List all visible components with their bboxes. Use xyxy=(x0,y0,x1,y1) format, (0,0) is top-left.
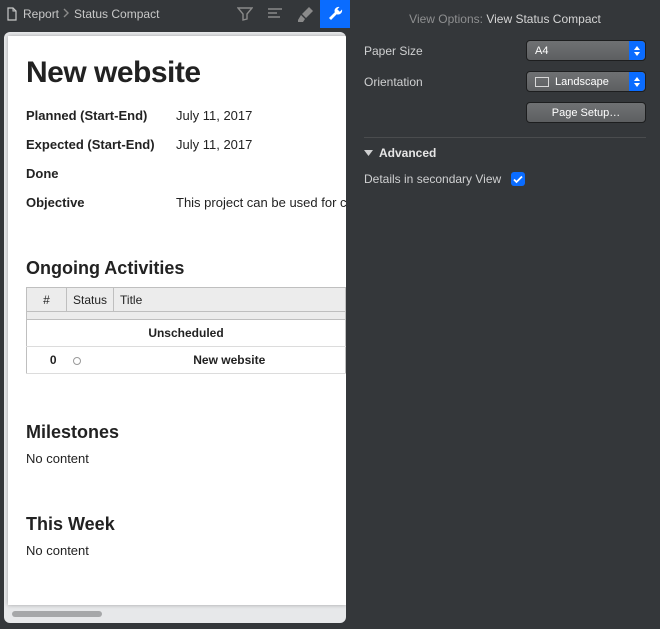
meta-label: Expected (Start-End) xyxy=(26,137,176,152)
cell-status xyxy=(67,347,114,374)
panel-title: View Options: View Status Compact xyxy=(364,12,646,26)
breadcrumb[interactable]: Report Status Compact xyxy=(6,7,159,21)
breadcrumb-leaf: Status Compact xyxy=(74,7,159,21)
col-number: # xyxy=(27,288,67,312)
meta-label: Done xyxy=(26,166,176,181)
details-secondary-label: Details in secondary View xyxy=(364,172,501,186)
filter-icon xyxy=(237,7,253,21)
stepper-icon xyxy=(629,41,645,60)
meta-label: Objective xyxy=(26,195,176,210)
table-group-label: Unscheduled xyxy=(27,320,346,347)
table-group-row: Unscheduled xyxy=(27,320,346,347)
meta-planned: Planned (Start-End) July 11, 2017 xyxy=(26,108,346,123)
section-ongoing-title: Ongoing Activities xyxy=(26,258,346,279)
report-title: New website xyxy=(26,56,346,90)
table-row: 0 New website xyxy=(27,347,346,374)
landscape-icon xyxy=(535,77,549,87)
meta-objective: Objective This project can be used for c… xyxy=(26,195,346,210)
orientation-select[interactable]: Landscape xyxy=(526,71,646,92)
scrollbar-thumb[interactable] xyxy=(12,611,102,617)
thisweek-content: No content xyxy=(26,543,346,558)
document-icon xyxy=(6,7,18,21)
details-secondary-checkbox[interactable] xyxy=(511,172,525,186)
paper-size-select[interactable]: A4 xyxy=(526,40,646,61)
paper-size-label: Paper Size xyxy=(364,44,526,58)
style-button[interactable] xyxy=(290,0,320,28)
col-status: Status xyxy=(67,288,114,312)
meta-value xyxy=(176,166,346,181)
advanced-label: Advanced xyxy=(379,146,436,160)
disclosure-triangle-icon xyxy=(364,146,373,160)
outline-button[interactable] xyxy=(260,0,290,28)
orientation-label: Orientation xyxy=(364,75,526,89)
outline-icon xyxy=(267,8,283,20)
advanced-disclosure[interactable]: Advanced xyxy=(364,146,646,160)
section-thisweek-title: This Week xyxy=(26,514,346,535)
wrench-icon xyxy=(327,6,343,22)
status-dot-icon xyxy=(73,357,81,365)
divider xyxy=(364,137,646,138)
meta-value: July 11, 2017 xyxy=(176,108,346,123)
milestones-content: No content xyxy=(26,451,346,466)
cell-number: 0 xyxy=(27,347,67,374)
meta-done: Done xyxy=(26,166,346,181)
report-preview: New website Planned (Start-End) July 11,… xyxy=(4,32,346,623)
col-title: Title xyxy=(114,288,346,312)
panel-title-label: View Options: xyxy=(409,12,483,26)
horizontal-scrollbar[interactable] xyxy=(12,609,340,619)
check-icon xyxy=(513,175,523,184)
style-brush-icon xyxy=(298,7,313,22)
inspector-panel: View Options: View Status Compact Paper … xyxy=(350,0,660,629)
paper-size-value: A4 xyxy=(535,45,548,57)
page-setup-label: Page Setup… xyxy=(552,107,621,119)
panel-title-value: View Status Compact xyxy=(486,12,601,26)
ongoing-table: # Status Title Unscheduled 0 xyxy=(26,287,346,374)
filter-button[interactable] xyxy=(230,0,260,28)
meta-value: This project can be used for creating a … xyxy=(176,195,346,210)
orientation-value: Landscape xyxy=(555,76,609,88)
meta-label: Planned (Start-End) xyxy=(26,108,176,123)
cell-title: New website xyxy=(114,347,346,374)
settings-button[interactable] xyxy=(320,0,350,28)
section-milestones-title: Milestones xyxy=(26,422,346,443)
chevron-right-icon xyxy=(63,7,70,21)
meta-value: July 11, 2017 xyxy=(176,137,346,152)
meta-expected: Expected (Start-End) July 11, 2017 xyxy=(26,137,346,152)
toolbar: Report Status Compact xyxy=(0,0,350,28)
breadcrumb-root: Report xyxy=(23,7,59,21)
page-setup-button[interactable]: Page Setup… xyxy=(526,102,646,123)
stepper-icon xyxy=(629,72,645,91)
